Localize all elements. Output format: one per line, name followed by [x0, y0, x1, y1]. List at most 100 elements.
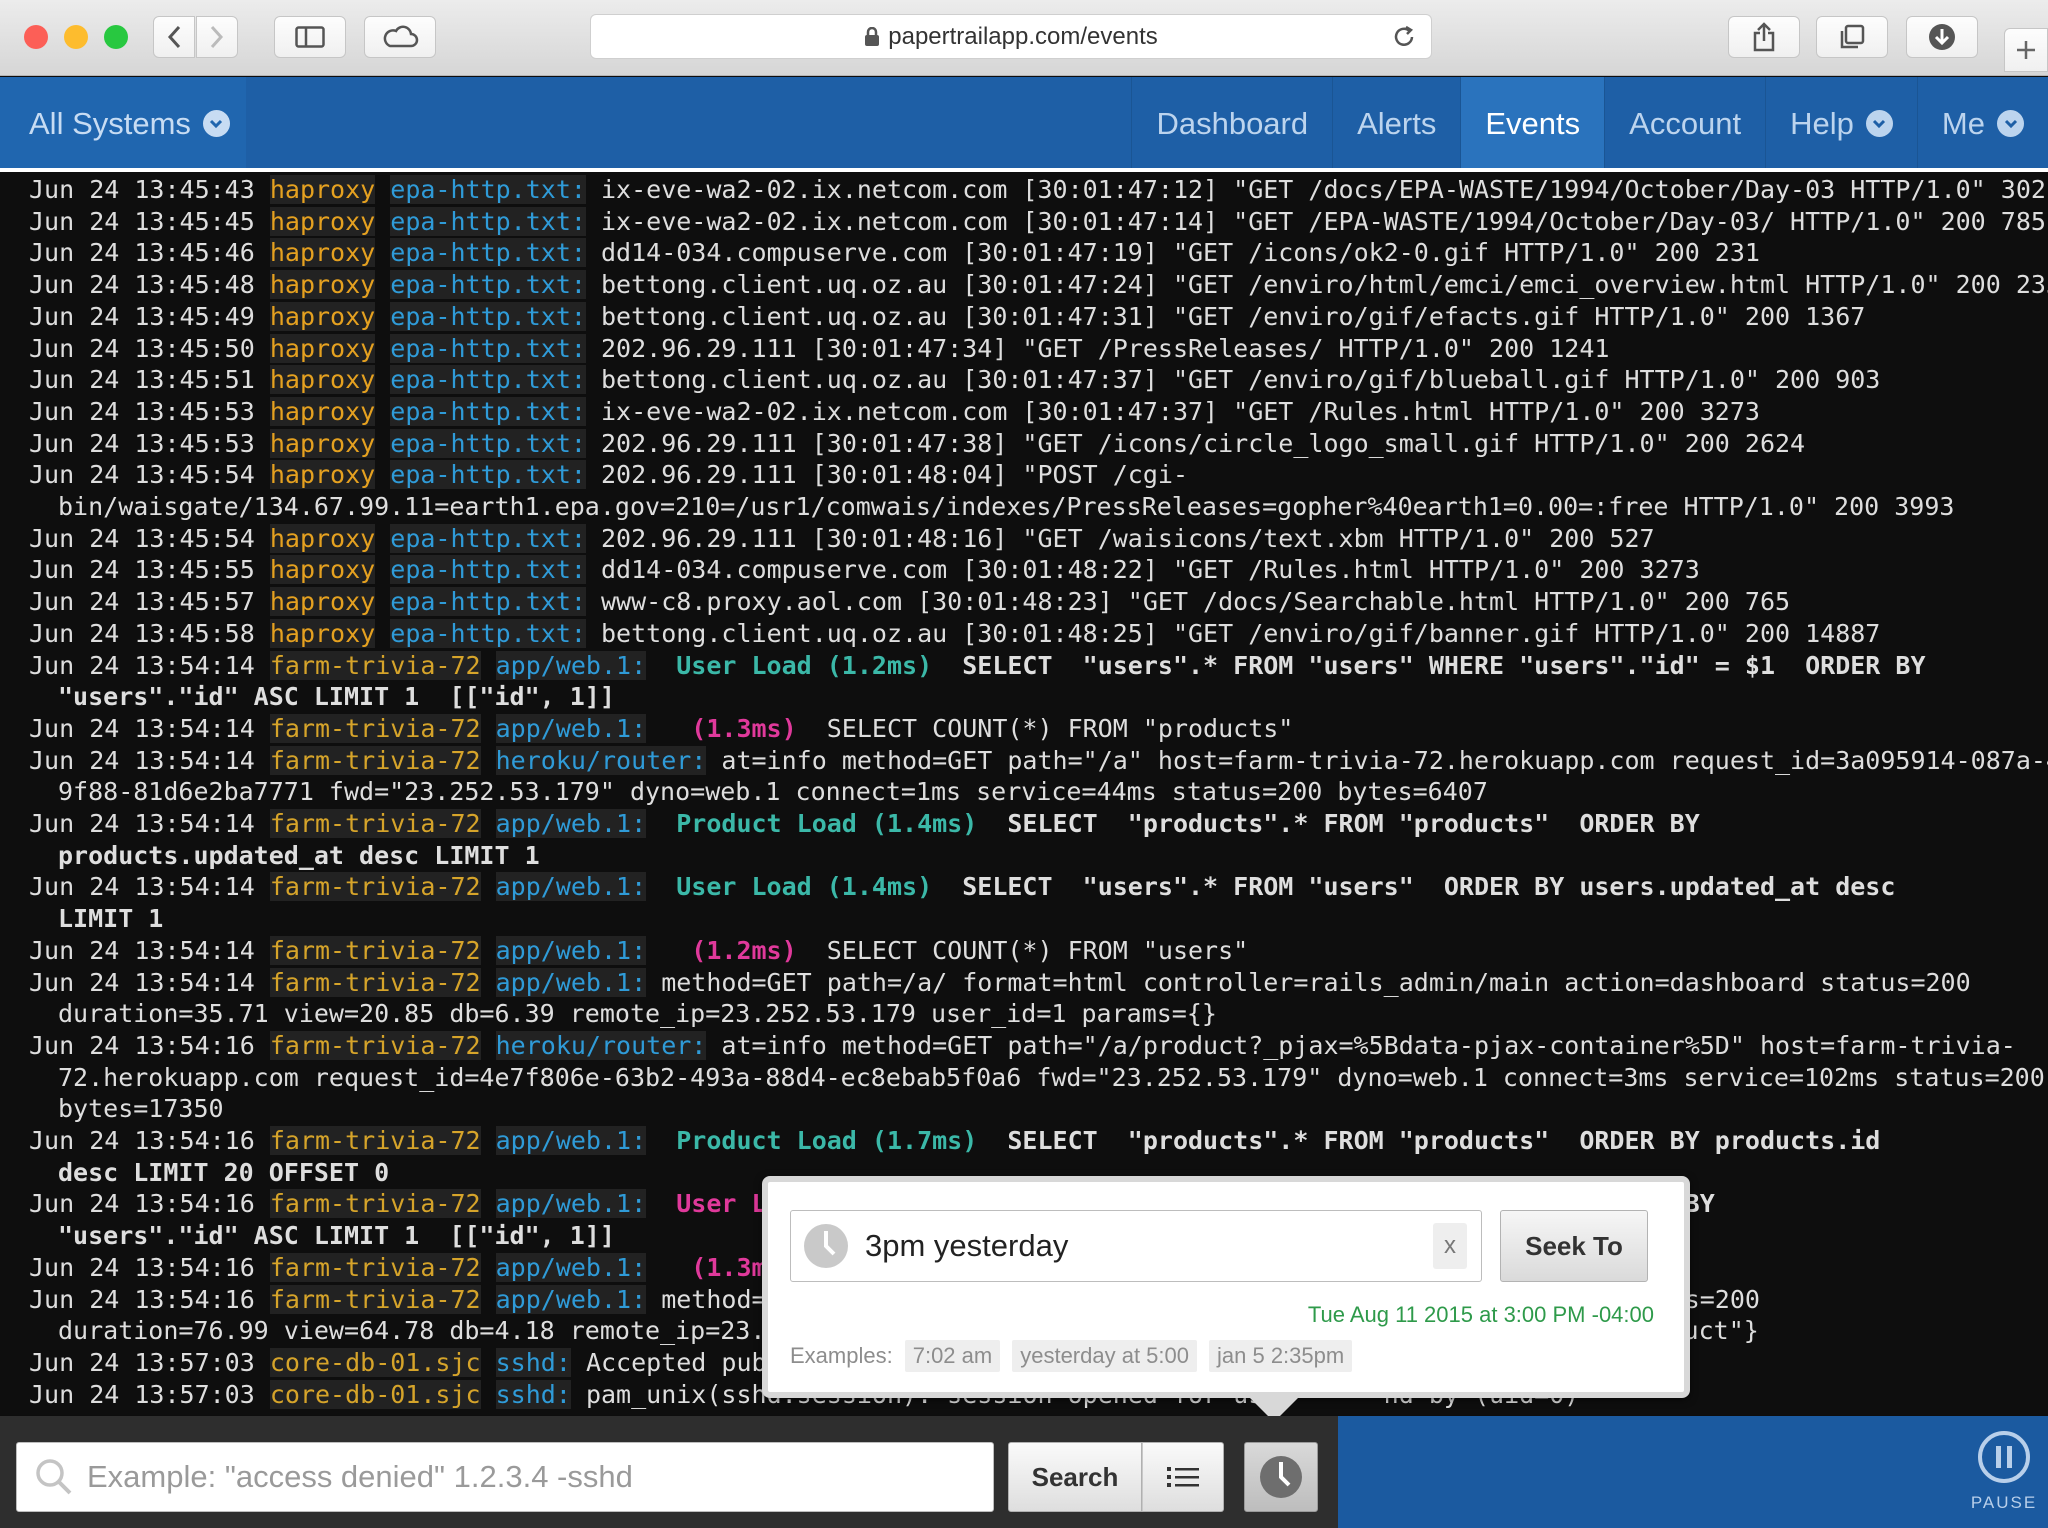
log-message: ix-eve-wa2-02.ix.netcom.com [30:01:47:14…	[601, 206, 2046, 236]
program-name[interactable]: app/web.1:	[495, 809, 647, 838]
program-name[interactable]: app/web.1:	[495, 1284, 647, 1314]
program-name[interactable]: epa-http.txt:	[390, 206, 586, 236]
search-field[interactable]	[16, 1442, 994, 1512]
main-navbar: All Systems Dashboard Alerts Events Acco…	[0, 77, 2048, 170]
program-name[interactable]: epa-http.txt:	[390, 396, 586, 426]
program-name[interactable]: epa-http.txt:	[390, 175, 586, 204]
host-name[interactable]: farm-trivia-72	[269, 935, 481, 965]
host-name[interactable]: haproxy	[269, 175, 376, 204]
program-name[interactable]: epa-http.txt:	[390, 587, 586, 617]
zoom-window-button[interactable]	[104, 25, 128, 49]
log-sql-tag: User Load (1.2ms)	[646, 650, 933, 680]
forward-button[interactable]	[196, 16, 238, 58]
host-name[interactable]: haproxy	[269, 460, 376, 490]
host-name[interactable]: farm-trivia-72	[269, 745, 481, 775]
log-timestamp: Jun 24 13:45:58	[29, 618, 255, 648]
host-name[interactable]: farm-trivia-72	[269, 1284, 481, 1314]
nav-alerts[interactable]: Alerts	[1332, 77, 1460, 170]
nav-dashboard[interactable]: Dashboard	[1131, 77, 1332, 170]
program-name[interactable]: epa-http.txt:	[390, 238, 586, 268]
host-name[interactable]: haproxy	[269, 238, 376, 268]
seek-to-button[interactable]: Seek To	[1500, 1210, 1648, 1282]
program-name[interactable]: app/web.1:	[495, 1252, 647, 1282]
host-name[interactable]: farm-trivia-72	[269, 650, 481, 680]
host-name[interactable]: haproxy	[269, 523, 376, 553]
minimize-window-button[interactable]	[64, 25, 88, 49]
icloud-tabs-button[interactable]	[364, 16, 436, 58]
program-name[interactable]: epa-http.txt:	[390, 301, 586, 331]
program-name[interactable]: app/web.1:	[495, 935, 647, 965]
program-name[interactable]: epa-http.txt:	[390, 523, 586, 553]
host-name[interactable]: haproxy	[269, 206, 376, 236]
host-name[interactable]: haproxy	[269, 301, 376, 331]
tabs-overview-button[interactable]	[1816, 16, 1888, 58]
clear-seek-button[interactable]: x	[1433, 1223, 1467, 1269]
program-name[interactable]: app/web.1:	[495, 872, 647, 902]
program-name[interactable]: app/web.1:	[495, 713, 647, 743]
program-name[interactable]: heroku/router:	[495, 1030, 707, 1060]
host-name[interactable]: haproxy	[269, 396, 376, 426]
program-name[interactable]: app/web.1:	[495, 967, 647, 997]
example-chip[interactable]: 7:02 am	[904, 1340, 1001, 1372]
seek-time-input[interactable]: 3pm yesterday x	[790, 1210, 1482, 1282]
nav-help[interactable]: Help	[1765, 77, 1917, 170]
program-name[interactable]: app/web.1:	[495, 1126, 647, 1155]
search-input[interactable]	[87, 1459, 987, 1495]
host-name[interactable]: farm-trivia-72	[269, 1126, 481, 1155]
program-name[interactable]: epa-http.txt:	[390, 555, 586, 585]
host-name[interactable]: farm-trivia-72	[269, 713, 481, 743]
nav-me[interactable]: Me	[1916, 77, 2048, 170]
host-name[interactable]: haproxy	[269, 428, 376, 458]
log-line: Jun 24 13:54:14 farm-trivia-72 app/web.1…	[29, 713, 1293, 744]
back-button[interactable]	[153, 16, 195, 58]
seek-time-button[interactable]	[1244, 1442, 1318, 1512]
host-name[interactable]: farm-trivia-72	[269, 809, 481, 838]
program-name[interactable]: app/web.1:	[495, 1189, 647, 1219]
host-name[interactable]: farm-trivia-72	[269, 967, 481, 997]
nav-events[interactable]: Events	[1460, 77, 1605, 170]
share-button[interactable]	[1728, 16, 1800, 58]
log-timestamp: Jun 24 13:45:50	[29, 333, 255, 363]
host-name[interactable]: haproxy	[269, 333, 376, 363]
program-name[interactable]: epa-http.txt:	[390, 460, 586, 490]
host-name[interactable]: farm-trivia-72	[269, 1030, 481, 1060]
host-name[interactable]: haproxy	[269, 365, 376, 395]
sidebar-button[interactable]	[274, 16, 346, 58]
host-name[interactable]: core-db-01.sjc	[269, 1379, 481, 1409]
search-bar-blue-panel	[1338, 1416, 2048, 1528]
program-name[interactable]: sshd:	[495, 1379, 571, 1409]
log-line: Jun 24 13:54:14 farm-trivia-72 app/web.1…	[29, 808, 1700, 839]
program-name[interactable]: heroku/router:	[495, 745, 707, 775]
new-tab-button[interactable]	[2004, 28, 2048, 72]
example-chip[interactable]: jan 5 2:35pm	[1209, 1340, 1353, 1372]
plus-icon	[2017, 41, 2035, 59]
program-name[interactable]: epa-http.txt:	[390, 365, 586, 395]
program-name[interactable]: app/web.1:	[495, 650, 647, 680]
resolved-time: Tue Aug 11 2015 at 3:00 PM -04:00	[1307, 1302, 1654, 1327]
program-name[interactable]: epa-http.txt:	[390, 333, 586, 363]
saved-searches-button[interactable]	[1142, 1442, 1224, 1512]
host-name[interactable]: haproxy	[269, 555, 376, 585]
host-name[interactable]: farm-trivia-72	[269, 1252, 481, 1282]
host-name[interactable]: farm-trivia-72	[269, 1189, 481, 1219]
host-name[interactable]: haproxy	[269, 270, 376, 300]
nav-account[interactable]: Account	[1604, 77, 1765, 170]
program-name[interactable]: epa-http.txt:	[390, 618, 586, 648]
downloads-button[interactable]	[1906, 16, 1978, 58]
program-name[interactable]: epa-http.txt:	[390, 270, 586, 300]
program-name[interactable]: sshd:	[495, 1347, 571, 1377]
chevron-left-icon	[167, 25, 181, 49]
pause-button[interactable]: PAUSE	[1964, 1430, 2044, 1513]
close-window-button[interactable]	[24, 25, 48, 49]
host-name[interactable]: haproxy	[269, 618, 376, 648]
reload-icon[interactable]	[1391, 24, 1417, 50]
address-bar[interactable]: papertrailapp.com/events	[590, 14, 1432, 59]
log-timestamp: Jun 24 13:45:55	[29, 555, 255, 585]
host-name[interactable]: haproxy	[269, 587, 376, 617]
search-button[interactable]: Search	[1008, 1442, 1142, 1512]
host-name[interactable]: farm-trivia-72	[269, 872, 481, 902]
all-systems-dropdown[interactable]: All Systems	[0, 77, 246, 170]
program-name[interactable]: epa-http.txt:	[390, 428, 586, 458]
example-chip[interactable]: yesterday at 5:00	[1012, 1340, 1197, 1372]
host-name[interactable]: core-db-01.sjc	[269, 1347, 481, 1377]
